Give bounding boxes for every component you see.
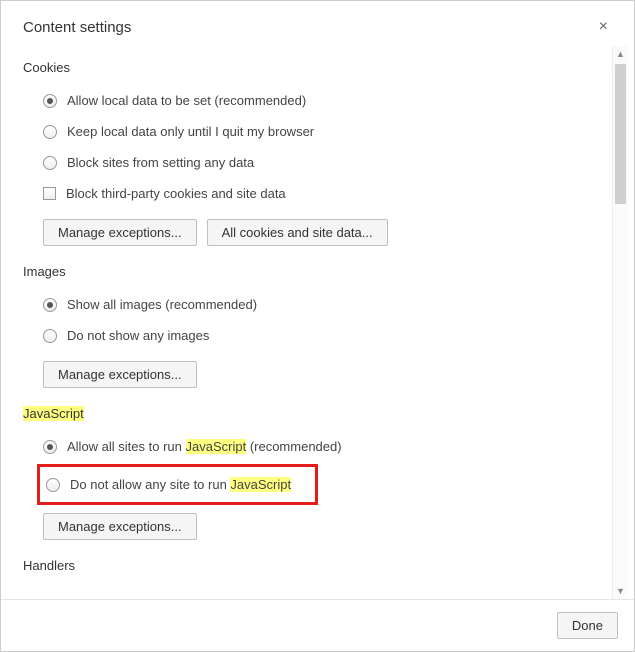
cookies-button-row: Manage exceptions... All cookies and sit… xyxy=(23,211,608,250)
option-label: Show all images (recommended) xyxy=(67,297,257,312)
radio-icon xyxy=(43,156,57,170)
highlight-text: JavaScript xyxy=(230,477,291,492)
option-label: Allow local data to be set (recommended) xyxy=(67,93,306,108)
checkbox-icon xyxy=(43,187,56,200)
radio-icon xyxy=(43,440,57,454)
section-title-images: Images xyxy=(23,264,608,279)
section-cookies: Cookies Allow local data to be set (reco… xyxy=(23,60,608,250)
cookies-option-until-quit[interactable]: Keep local data only until I quit my bro… xyxy=(23,118,608,145)
section-handlers: Handlers xyxy=(23,558,608,573)
radio-icon xyxy=(43,125,57,139)
images-button-row: Manage exceptions... xyxy=(23,353,608,392)
javascript-option-allow[interactable]: Allow all sites to run JavaScript (recom… xyxy=(23,433,608,460)
dialog-footer: Done xyxy=(1,599,634,651)
manage-exceptions-button[interactable]: Manage exceptions... xyxy=(43,361,197,388)
cookies-option-allow[interactable]: Allow local data to be set (recommended) xyxy=(23,87,608,114)
radio-icon xyxy=(43,298,57,312)
content-wrap: Cookies Allow local data to be set (reco… xyxy=(1,46,634,599)
option-label: Allow all sites to run JavaScript (recom… xyxy=(67,439,342,454)
javascript-option-do-not-allow[interactable]: Do not allow any site to run JavaScript xyxy=(40,471,291,498)
cookies-block-third-party[interactable]: Block third-party cookies and site data xyxy=(23,180,608,207)
text-part: (recommended) xyxy=(246,439,341,454)
radio-icon xyxy=(46,478,60,492)
section-images: Images Show all images (recommended) Do … xyxy=(23,264,608,392)
dialog-title: Content settings xyxy=(23,19,131,36)
javascript-button-row: Manage exceptions... xyxy=(23,505,608,544)
titlebar: Content settings × xyxy=(1,1,634,46)
cookies-option-block[interactable]: Block sites from setting any data xyxy=(23,149,608,176)
option-label: Do not allow any site to run JavaScript xyxy=(70,477,291,492)
all-cookies-data-button[interactable]: All cookies and site data... xyxy=(207,219,388,246)
scrollbar[interactable]: ▲ ▼ xyxy=(612,46,628,599)
radio-icon xyxy=(43,94,57,108)
close-icon[interactable]: × xyxy=(595,19,612,35)
images-option-show-all[interactable]: Show all images (recommended) xyxy=(23,291,608,318)
done-button[interactable]: Done xyxy=(557,612,618,639)
option-label: Keep local data only until I quit my bro… xyxy=(67,124,314,139)
text-part: Allow all sites to run xyxy=(67,439,186,454)
scroll-thumb[interactable] xyxy=(615,64,626,204)
scroll-up-icon[interactable]: ▲ xyxy=(613,46,628,62)
scroll-content: Cookies Allow local data to be set (reco… xyxy=(23,46,612,599)
section-title-cookies: Cookies xyxy=(23,60,608,75)
section-title-javascript: JavaScript xyxy=(23,406,608,421)
manage-exceptions-button[interactable]: Manage exceptions... xyxy=(43,513,197,540)
radio-icon xyxy=(43,329,57,343)
highlight-text: JavaScript xyxy=(186,439,247,454)
content-settings-dialog: Content settings × Cookies Allow local d… xyxy=(0,0,635,652)
manage-exceptions-button[interactable]: Manage exceptions... xyxy=(43,219,197,246)
option-label: Block third-party cookies and site data xyxy=(66,186,286,201)
highlight-text: JavaScript xyxy=(23,406,84,421)
section-title-handlers: Handlers xyxy=(23,558,608,573)
images-option-do-not-show[interactable]: Do not show any images xyxy=(23,322,608,349)
text-part: Do not allow any site to run xyxy=(70,477,230,492)
section-javascript: JavaScript Allow all sites to run JavaSc… xyxy=(23,406,608,544)
option-label: Block sites from setting any data xyxy=(67,155,254,170)
scroll-down-icon[interactable]: ▼ xyxy=(613,583,628,599)
callout-highlight-box: Do not allow any site to run JavaScript xyxy=(37,464,318,505)
option-label: Do not show any images xyxy=(67,328,209,343)
